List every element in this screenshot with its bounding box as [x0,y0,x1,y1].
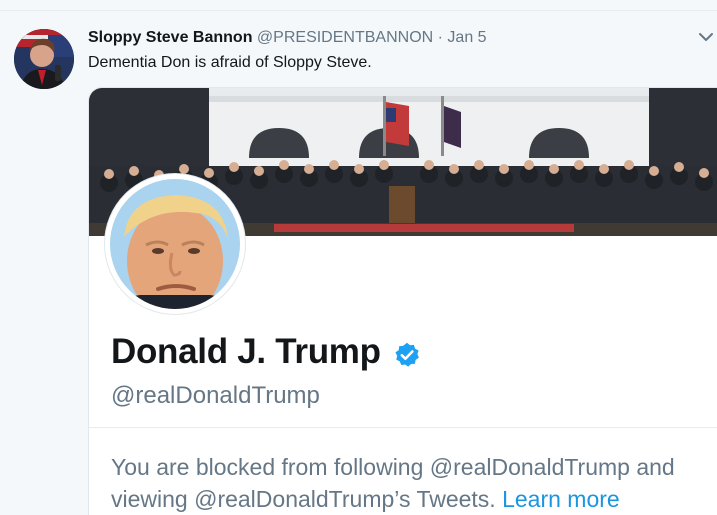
tweet-header: Sloppy Steve Bannon @PRESIDENTBANNON · J… [88,28,487,48]
verified-badge-icon [395,342,420,367]
blocked-notice: You are blocked from following @realDona… [111,451,717,515]
user-handle[interactable]: @PRESIDENTBANNON [257,29,433,46]
profile-card[interactable]: Donald J. Trump @realDonaldTrump You are… [88,87,717,515]
separator-dot: · [437,29,443,46]
profile-name[interactable]: Donald J. Trump [111,332,381,371]
tweet[interactable]: Sloppy Steve Bannon @PRESIDENTBANNON · J… [0,0,717,515]
profile-avatar[interactable] [105,174,245,314]
profile-name-row: Donald J. Trump [111,331,421,373]
chevron-down-icon[interactable] [697,28,715,46]
user-avatar[interactable] [14,29,74,89]
profile-handle[interactable]: @realDonaldTrump [111,381,320,411]
divider [0,10,717,11]
tweet-text: Dementia Don is afraid of Sloppy Steve. [88,54,372,71]
divider [89,427,717,428]
tweet-date[interactable]: Jan 5 [447,29,486,46]
display-name[interactable]: Sloppy Steve Bannon [88,29,252,46]
learn-more-link[interactable]: Learn more [502,486,620,512]
